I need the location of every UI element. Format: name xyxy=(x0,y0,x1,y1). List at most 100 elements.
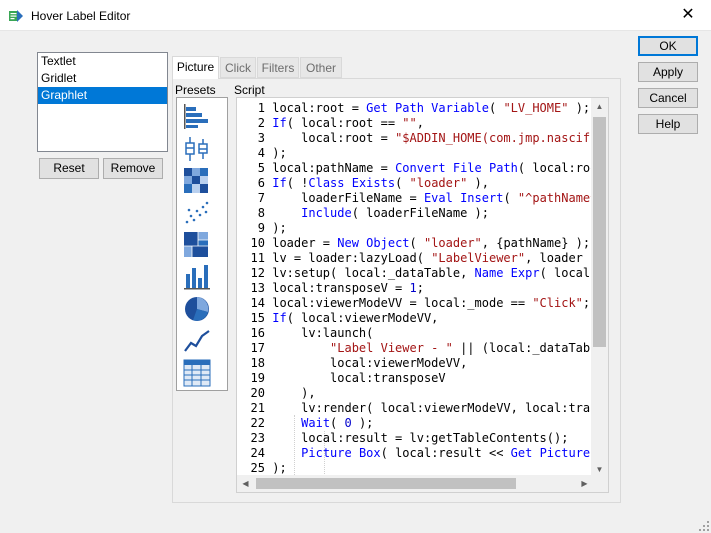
code-line[interactable]: 12 lv:setup( local:_dataTable, Name Expr… xyxy=(237,266,593,281)
line-number: 10 xyxy=(250,236,265,250)
horizontal-scrollbar[interactable]: ◀ ▶ xyxy=(237,475,593,492)
script-editor[interactable]: 1 local:root = Get Path Variable( "LV_HO… xyxy=(236,97,609,493)
code-line[interactable]: 17 "Label Viewer - " || (local:_dataTabl xyxy=(237,341,593,356)
code-token: local:viewerModeVV = local:_mode == xyxy=(272,296,533,310)
code-token: ); xyxy=(272,221,287,235)
line-number: 5 xyxy=(257,161,265,175)
vertical-scroll-thumb[interactable] xyxy=(593,117,606,347)
pie-chart-icon[interactable] xyxy=(181,294,213,324)
code-token: ( local: xyxy=(539,266,593,280)
line-number: 16 xyxy=(250,326,265,340)
code-line[interactable]: 4 ); xyxy=(237,146,287,161)
code-token: local:result = lv:getTableContents(); xyxy=(272,431,569,445)
code-token: "LabelViewer" xyxy=(431,251,526,265)
code-token: "loader" xyxy=(409,176,468,190)
line-number: 2 xyxy=(257,116,265,130)
code-token: ( loaderFileName ); xyxy=(351,206,489,220)
line-number: 6 xyxy=(257,176,265,190)
heat-map-icon[interactable] xyxy=(181,166,213,196)
table-icon[interactable] xyxy=(181,358,213,388)
code-line[interactable]: 2 If( local:root == "", xyxy=(237,116,424,131)
resize-grip-icon[interactable] xyxy=(699,521,709,531)
code-line[interactable]: 11 lv = loader:lazyLoad( "LabelViewer", … xyxy=(237,251,593,266)
horizontal-scroll-thumb[interactable] xyxy=(256,478,516,489)
box-plot-icon[interactable] xyxy=(181,134,213,164)
code-line[interactable]: 6 If( !Class Exists( "loader" ), xyxy=(237,176,489,191)
code-token: "" xyxy=(402,116,417,130)
treemap-icon[interactable] xyxy=(181,230,213,260)
code-line[interactable]: 20 ), xyxy=(237,386,316,401)
code-token: ( local:viewerModeVV, xyxy=(286,311,439,325)
code-token: "LV_HOME" xyxy=(503,101,569,115)
list-item-textlet[interactable]: Textlet xyxy=(38,53,167,70)
code-line[interactable]: 5 local:pathName = Convert File Path( lo… xyxy=(237,161,593,176)
line-number: 19 xyxy=(250,371,265,385)
code-token: If xyxy=(272,116,287,130)
code-line[interactable]: 25 ); xyxy=(237,461,287,476)
code-line[interactable]: 8 Include( loaderFileName ); xyxy=(237,206,489,221)
line-number: 13 xyxy=(250,281,265,295)
ok-button[interactable]: OK xyxy=(638,36,698,56)
code-token: local:transposeV = xyxy=(272,281,410,295)
code-token: local:transposeV xyxy=(272,371,446,385)
code-line[interactable]: 14 local:viewerModeVV = local:_mode == "… xyxy=(237,296,591,311)
code-line[interactable]: 3 local:root = "$ADDIN_HOME(com.jmp.nasc… xyxy=(237,131,590,146)
line-chart-icon[interactable] xyxy=(181,326,213,356)
code-line[interactable]: 19 local:transposeV xyxy=(237,371,446,386)
vertical-scrollbar[interactable]: ▲ ▼ xyxy=(591,98,608,478)
help-button[interactable]: Help xyxy=(638,114,698,134)
code-token: ( ! xyxy=(286,176,309,190)
script-code[interactable]: 1 local:root = Get Path Variable( "LV_HO… xyxy=(237,98,593,478)
code-token: lv:render( local:viewerModeVV, local:tra… xyxy=(272,401,593,415)
tab-other[interactable]: Other xyxy=(300,57,342,78)
scatter-plot-icon[interactable] xyxy=(181,198,213,228)
code-line[interactable]: 24 Picture Box( local:result << Get Pict… xyxy=(237,446,591,461)
code-token: If xyxy=(272,311,287,325)
reset-button[interactable]: Reset xyxy=(39,158,99,179)
script-label: Script xyxy=(234,83,265,97)
window-title: Hover Label Editor xyxy=(31,9,131,23)
tab-filters[interactable]: Filters xyxy=(257,57,299,78)
scroll-left-icon[interactable]: ◀ xyxy=(237,475,254,492)
code-token: Eval Insert xyxy=(423,191,504,205)
code-line[interactable]: 18 local:viewerModeVV, xyxy=(237,356,468,371)
code-token: Picture Box xyxy=(301,446,381,460)
hover-label-list[interactable]: Textlet Gridlet Graphlet xyxy=(37,52,168,152)
cancel-button[interactable]: Cancel xyxy=(638,88,698,108)
line-number: 8 xyxy=(257,206,265,220)
code-line[interactable]: 23 local:result = lv:getTableContents(); xyxy=(237,431,569,446)
code-token: ; xyxy=(582,296,591,310)
line-number: 14 xyxy=(250,296,265,310)
code-token: lv = loader:lazyLoad( xyxy=(272,251,432,265)
code-token: ( local:roo xyxy=(517,161,593,175)
code-line[interactable]: 16 lv:launch( xyxy=(237,326,374,341)
remove-button[interactable]: Remove xyxy=(103,158,163,179)
list-item-graphlet[interactable]: Graphlet xyxy=(38,87,167,104)
code-token: local:root = xyxy=(272,131,396,145)
bar-chart-icon[interactable] xyxy=(181,262,213,292)
code-line[interactable]: 10 loader = New Object( "loader", {pathN… xyxy=(237,236,591,251)
code-token: ( xyxy=(330,416,345,430)
tab-click[interactable]: Click xyxy=(220,57,256,78)
apply-button[interactable]: Apply xyxy=(638,62,698,82)
horizontal-bar-chart-icon[interactable] xyxy=(181,102,213,132)
code-line[interactable]: 15 If( local:viewerModeVV, xyxy=(237,311,439,326)
list-item-gridlet[interactable]: Gridlet xyxy=(38,70,167,87)
code-line[interactable]: 7 loaderFileName = Eval Insert( "^pathNa… xyxy=(237,191,593,206)
code-token: "loader" xyxy=(423,236,482,250)
code-line[interactable]: 1 local:root = Get Path Variable( "LV_HO… xyxy=(237,101,590,116)
code-token: "^pathName^ xyxy=(517,191,593,205)
code-token: ( xyxy=(503,191,518,205)
code-token: ); xyxy=(568,101,591,115)
code-line[interactable]: 21 lv:render( local:viewerModeVV, local:… xyxy=(237,401,593,416)
scroll-up-icon[interactable]: ▲ xyxy=(591,98,608,115)
code-line[interactable]: 9 ); xyxy=(237,221,287,236)
tab-picture[interactable]: Picture xyxy=(172,56,219,79)
code-line[interactable]: 22 Wait( 0 ); xyxy=(237,416,374,431)
code-token: New Object xyxy=(337,236,410,250)
close-icon[interactable]: ✕ xyxy=(665,0,711,30)
code-token: Get Picture xyxy=(510,446,591,460)
code-line[interactable]: 13 local:transposeV = 1; xyxy=(237,281,424,296)
